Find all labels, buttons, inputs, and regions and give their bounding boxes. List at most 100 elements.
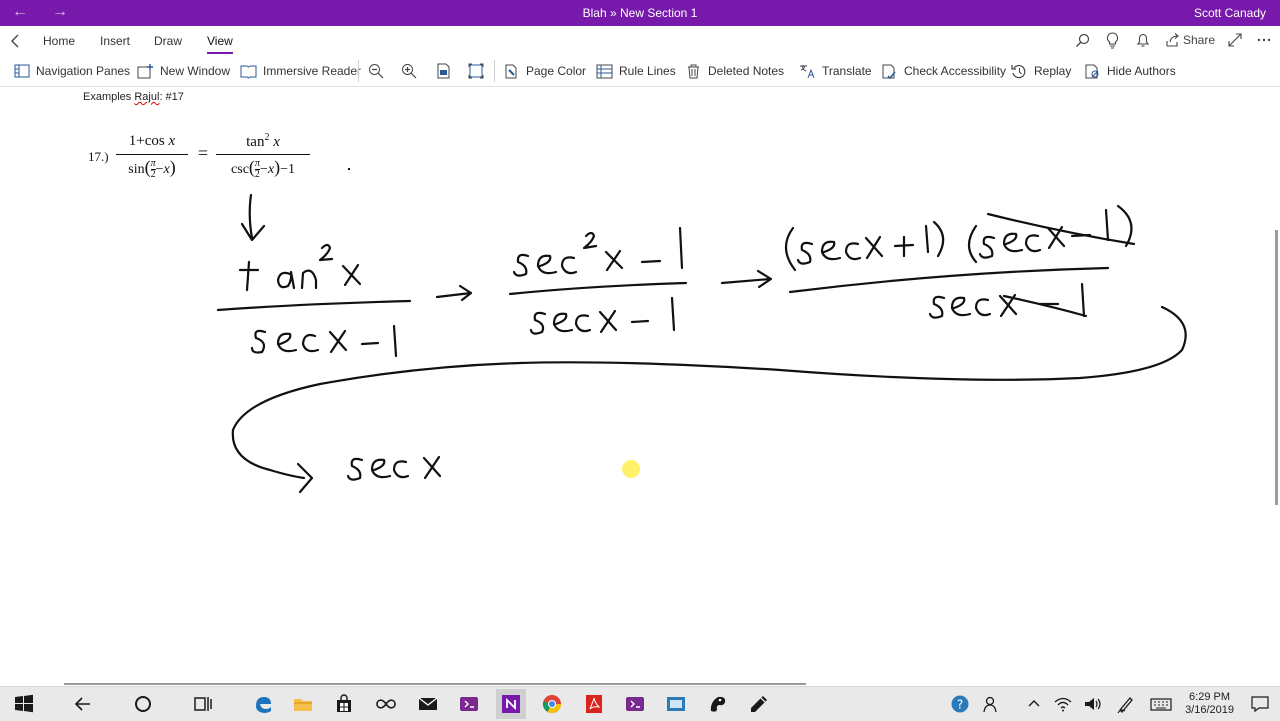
rhs-num-var: x [273,134,280,150]
action-center-icon[interactable] [1250,694,1270,714]
more-icon[interactable] [1257,38,1271,42]
immersive-reader-label: Immersive Reader [263,64,362,78]
view-ribbon: Navigation Panes New Window Immersive Re… [0,56,1280,87]
lhs-denominator: sin(π 2−x) [128,157,176,181]
volume-icon[interactable] [1083,694,1103,714]
help-icon[interactable]: ? [950,694,970,714]
translate-icon [800,64,815,78]
zoom-in-icon[interactable] [401,63,417,79]
equals-sign: = [197,143,209,163]
horizontal-scrollbar[interactable] [64,683,806,685]
rhs-den-tail: −1 [280,162,295,177]
chrome-icon[interactable] [542,694,562,714]
acrobat-icon[interactable] [584,694,604,714]
share-icon[interactable] [1166,33,1180,47]
clock-date: 3/16/2019 [1185,704,1234,716]
edge-icon[interactable] [253,694,273,714]
translate-label: Translate [822,64,872,78]
people-icon[interactable] [982,694,1002,714]
paint-app-icon[interactable] [708,694,728,714]
new-window-icon [137,63,153,78]
rule-lines-label: Rule Lines [619,64,676,78]
wifi-icon[interactable] [1053,694,1073,714]
rhs-den-fn: csc [231,162,249,177]
zoom-out-icon[interactable] [368,63,384,79]
rhs-num-fn: tan [246,134,265,150]
deleted-notes-label: Deleted Notes [708,64,785,78]
windows-start-icon[interactable] [14,694,34,714]
file-explorer-icon[interactable] [293,694,313,714]
page-color-button[interactable]: Page Color [503,62,586,80]
ribbon-separator [494,60,495,82]
screen-capture-icon[interactable] [666,694,686,714]
vertical-scrollbar[interactable] [1275,230,1278,505]
page-color-label: Page Color [526,64,587,78]
navigation-panes-button[interactable]: Navigation Panes [14,62,130,80]
check-accessibility-label: Check Accessibility [904,64,1007,78]
chevron-up-icon[interactable] [1024,694,1044,714]
rhs-denominator: csc(π 2−x)−1 [231,157,295,181]
pen-icon[interactable] [1116,694,1136,714]
lhs-den-fn: sin [128,162,145,177]
bell-icon[interactable] [1136,32,1150,48]
mail-icon[interactable] [418,694,438,714]
store-icon[interactable] [334,694,354,714]
full-page-icon[interactable] [468,63,484,79]
page-width-icon[interactable] [436,63,451,79]
clock-time: 6:29 PM [1189,691,1231,703]
page-title-suffix: : #17 [159,91,184,103]
note-canvas[interactable] [0,87,1280,685]
tab-insert[interactable]: Insert [100,34,130,48]
share-button[interactable]: Share [1183,33,1215,47]
cortana-icon[interactable] [133,694,153,714]
media-app-2-icon[interactable] [625,694,645,714]
windows-taskbar: ? 6:29 PM 3/16/2019 [0,686,1280,721]
page-title[interactable]: Examples Rajul: #17 [83,91,184,103]
onenote-icon[interactable] [501,694,521,714]
deleted-notes-button[interactable]: Deleted Notes [685,62,784,80]
immersive-reader-button[interactable]: Immersive Reader [240,62,361,80]
back-icon[interactable] [73,694,93,714]
navigation-panes-icon [14,64,30,78]
tab-view[interactable]: View [207,34,233,54]
media-app-icon[interactable] [459,694,479,714]
window-title: Blah » New Section 1 [582,6,698,20]
replay-button[interactable]: Replay [1011,62,1071,80]
lhs-numerator-var: x [168,133,176,149]
title-bar: ← → Blah » New Section 1 Scott Canady [0,0,1280,26]
task-view-icon[interactable] [193,694,213,714]
rule-lines-button[interactable]: Rule Lines [596,62,676,80]
svg-text:?: ? [957,698,963,712]
rhs-num-exp: 2 [264,132,270,143]
immersive-reader-icon [240,65,257,79]
translate-button[interactable]: Translate [799,62,872,80]
page-color-icon [505,64,517,78]
search-icon[interactable] [1075,33,1090,48]
rule-lines-icon [596,64,613,78]
replay-label: Replay [1034,64,1072,78]
lhs-den-minus: − [155,162,164,177]
lightbulb-icon[interactable] [1106,32,1119,49]
infinity-app-icon[interactable] [376,694,396,714]
tab-home[interactable]: Home [43,34,75,48]
chevron-left-icon[interactable] [10,34,20,48]
clock[interactable]: 6:29 PM 3/16/2019 [1185,691,1234,717]
replay-icon [1011,64,1026,78]
lhs-numerator: 1+cos x [116,133,188,150]
whiteboard-app-icon[interactable] [749,694,769,714]
lhs-numerator-text: 1+cos [128,133,165,149]
ribbon-tabs: Home Insert Draw View Share [0,26,1280,56]
keyboard-icon[interactable] [1150,694,1172,714]
hide-authors-label: Hide Authors [1107,64,1176,78]
rhs-fraction-bar [216,154,310,155]
new-window-button[interactable]: New Window [137,62,230,80]
page-title-misspelled: Rajul [134,91,160,103]
tab-draw[interactable]: Draw [154,34,182,48]
check-accessibility-button[interactable]: Check Accessibility [881,62,1006,80]
rhs-den-minus: − [259,162,268,177]
user-name[interactable]: Scott Canady [1194,6,1266,20]
hide-authors-button[interactable]: Hide Authors [1084,62,1176,80]
problem-number: 17.) [88,149,109,164]
expand-icon[interactable] [1228,33,1242,47]
hide-authors-icon [1085,64,1099,78]
